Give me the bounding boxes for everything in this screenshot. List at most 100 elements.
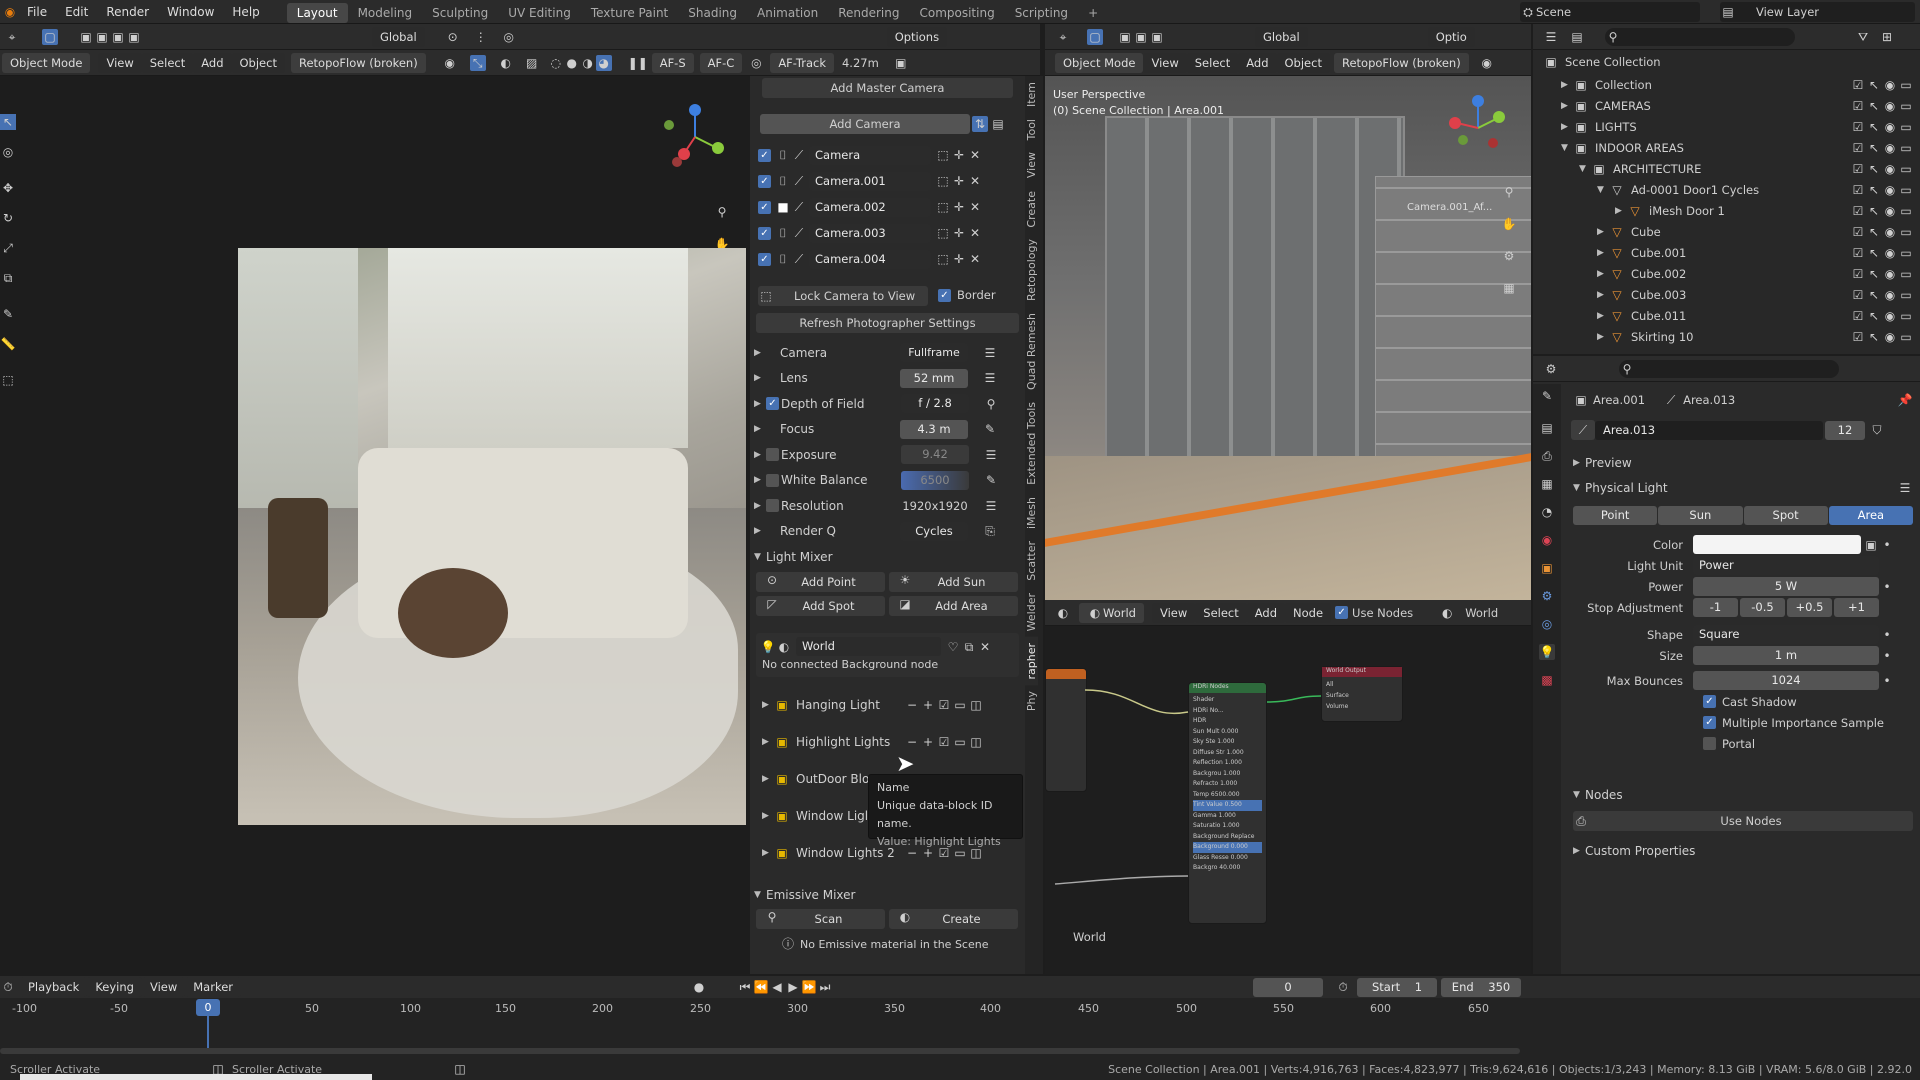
- transform-orientation-dropdown[interactable]: Global: [372, 26, 425, 47]
- collapse-arrow-icon[interactable]: ▼: [754, 890, 766, 900]
- outliner-search-input[interactable]: ⚲: [1605, 27, 1795, 46]
- camera-row[interactable]: ✓ ⌷ ⟋ Camera.004 ⬚ ✛ ✕: [758, 246, 1018, 272]
- hide-eye-icon[interactable]: ◉: [1882, 119, 1898, 135]
- create-button[interactable]: ◐ Create: [889, 909, 1018, 929]
- exclude-checkbox-icon[interactable]: ☑: [1850, 266, 1866, 282]
- snap-icon[interactable]: ⋮: [473, 29, 489, 45]
- datablock-browse[interactable]: ⟋: [1571, 420, 1595, 440]
- exclude-checkbox-icon[interactable]: ☑: [1850, 140, 1866, 156]
- view-menu[interactable]: View: [98, 52, 142, 73]
- hide-eye-icon[interactable]: ◉: [1882, 245, 1898, 261]
- outliner-root[interactable]: ▣ Scene Collection: [1543, 54, 1660, 70]
- camera-name[interactable]: Camera: [809, 145, 931, 165]
- menu-help[interactable]: Help: [223, 0, 268, 24]
- viewport-display-icon[interactable]: ▭: [952, 734, 968, 750]
- pivot-icon[interactable]: ⊙: [445, 29, 461, 45]
- custom-properties-header[interactable]: ▶ Custom Properties: [1573, 840, 1695, 861]
- render-icon[interactable]: ▭: [1898, 245, 1914, 261]
- camera-row[interactable]: ✓ ⌷ ⟋ Camera.003 ⬚ ✛ ✕: [758, 220, 1018, 246]
- outliner-row[interactable]: ▼ ▣ ARCHITECTURE ☑ ↖ ◉ ▭: [1533, 158, 1920, 179]
- add-camera-button[interactable]: Add Camera: [760, 114, 970, 134]
- tab-scatter[interactable]: Scatter: [1025, 535, 1038, 587]
- expand-arrow-icon[interactable]: ▶: [754, 424, 766, 434]
- output-tab-icon[interactable]: ⎙: [1539, 448, 1555, 464]
- menu-file[interactable]: File: [18, 0, 56, 24]
- hide-eye-icon[interactable]: ◉: [1882, 329, 1898, 345]
- modifiers-tab-icon[interactable]: ⚙: [1539, 588, 1555, 604]
- expand-arrow-icon[interactable]: ▶: [762, 737, 774, 747]
- jump-start-icon[interactable]: ⏮: [737, 979, 753, 995]
- hide-eye-icon[interactable]: ◉: [1882, 161, 1898, 177]
- camera-select-icon[interactable]: ⬚: [935, 147, 951, 163]
- mode-subtract-icon[interactable]: ▣: [1149, 29, 1165, 45]
- camera-name[interactable]: Camera.003: [809, 223, 931, 243]
- keying-menu[interactable]: Keying: [87, 977, 142, 997]
- shading-rendered-icon[interactable]: ◕: [595, 54, 612, 71]
- outliner-row[interactable]: ▶ ▽ Cube.011 ☑ ↖ ◉ ▭: [1533, 305, 1920, 326]
- add-spot-button[interactable]: ◸ Add Spot: [756, 596, 885, 616]
- perspective-grid-icon[interactable]: ▦: [1501, 280, 1517, 296]
- zoom-icon[interactable]: ⚲: [1501, 184, 1517, 200]
- selectable-icon[interactable]: ↖: [1866, 203, 1882, 219]
- expand-arrow-icon[interactable]: ▶: [1597, 248, 1609, 258]
- exposure-checkbox[interactable]: [766, 448, 779, 462]
- expand-arrow-icon[interactable]: ▶: [1597, 311, 1609, 321]
- render-icon[interactable]: ▭: [1898, 266, 1914, 282]
- playhead-line[interactable]: [207, 1016, 209, 1048]
- expand-arrow-icon[interactable]: ▶: [754, 450, 766, 460]
- selectable-icon[interactable]: ↖: [1866, 308, 1882, 324]
- view-menu[interactable]: View: [1143, 52, 1187, 73]
- select-tool-icon[interactable]: ↖: [0, 114, 16, 130]
- hide-eye-icon[interactable]: ◉: [1882, 308, 1898, 324]
- selectable-icon[interactable]: ↖: [1866, 245, 1882, 261]
- render-tab-icon[interactable]: ▤: [1539, 420, 1555, 436]
- list-icon[interactable]: ☰: [1897, 480, 1913, 496]
- render-icon[interactable]: ▭: [1898, 287, 1914, 303]
- outliner-row[interactable]: ▼ ▣ INDOOR AREAS ☑ ↖ ◉ ▭: [1533, 137, 1920, 158]
- world-icon[interactable]: ◐: [776, 639, 792, 655]
- power-field[interactable]: 5 W: [1693, 577, 1879, 596]
- camera-delete-icon[interactable]: ✕: [967, 225, 983, 241]
- setting-row-white-balance[interactable]: ▶ White Balance 6500 ✎: [754, 468, 1019, 494]
- editor-type-icon[interactable]: ☰: [1543, 29, 1559, 45]
- tab-view[interactable]: View: [1025, 146, 1038, 184]
- camera-row[interactable]: ✓ ⌷ ⟋ Camera.001 ⬚ ✛ ✕: [758, 168, 1018, 194]
- tab-physics[interactable]: Phy: [1025, 685, 1038, 717]
- tab-item[interactable]: Item: [1025, 76, 1038, 113]
- prev-keyframe-icon[interactable]: ⏪: [753, 979, 769, 995]
- render-icon[interactable]: ▭: [1898, 224, 1914, 240]
- scan-button[interactable]: ⚲ Scan: [756, 909, 885, 929]
- outliner-row[interactable]: ▶ ▣ CAMERAS ☑ ↖ ◉ ▭: [1533, 95, 1920, 116]
- preview-header[interactable]: ▶ Preview: [1573, 452, 1632, 473]
- retopoflow-dropdown[interactable]: RetopoFlow (broken): [290, 52, 426, 73]
- select-menu[interactable]: Select: [141, 52, 194, 73]
- color-picker-icon[interactable]: ▣: [1863, 537, 1879, 553]
- timeline[interactable]: ⏱ Playback Keying View Marker ● ⏮ ⏪ ◀ ▶ …: [0, 976, 1920, 1058]
- marker-menu[interactable]: Marker: [185, 977, 242, 997]
- camera-target-icon[interactable]: ✛: [951, 225, 967, 241]
- scene-selector[interactable]: ⛭ Scene: [1520, 2, 1700, 22]
- eyedropper-icon[interactable]: ✎: [982, 421, 998, 437]
- focus-field[interactable]: 4.3 m: [900, 419, 968, 439]
- exclude-checkbox-icon[interactable]: ☑: [1850, 308, 1866, 324]
- expand-arrow-icon[interactable]: ▶: [754, 373, 766, 383]
- cast-shadow-checkbox[interactable]: ✓: [1703, 695, 1716, 708]
- expand-arrow-icon[interactable]: ▶: [754, 399, 766, 409]
- render-icon[interactable]: ▭: [1898, 77, 1914, 93]
- selectable-icon[interactable]: ↖: [1866, 182, 1882, 198]
- editor-type-icon[interactable]: ⏱: [0, 979, 16, 995]
- light-group-row[interactable]: ▶ ▣ Hanging Light − + ☑ ▭ ◫: [756, 686, 1019, 723]
- exclude-checkbox-icon[interactable]: ☑: [1850, 77, 1866, 93]
- clipboard-icon[interactable]: ⎘: [982, 523, 998, 539]
- shape-dropdown[interactable]: Square: [1693, 625, 1879, 644]
- view-layer-selector[interactable]: ▤ View Layer: [1720, 2, 1915, 22]
- enable-check-icon[interactable]: ☑: [936, 697, 952, 713]
- options-dropdown[interactable]: Options: [886, 26, 948, 47]
- tab-photographer[interactable]: rapher: [1025, 636, 1038, 686]
- selectable-icon[interactable]: ↖: [1866, 77, 1882, 93]
- mode-extend-icon[interactable]: ▣: [94, 29, 110, 45]
- plus-icon[interactable]: +: [920, 734, 936, 750]
- use-nodes-button[interactable]: ⎙ Use Nodes: [1573, 811, 1913, 831]
- setting-row-resolution[interactable]: ▶ Resolution 1920x1920 ☰: [754, 493, 1019, 519]
- hide-eye-icon[interactable]: ◉: [1882, 77, 1898, 93]
